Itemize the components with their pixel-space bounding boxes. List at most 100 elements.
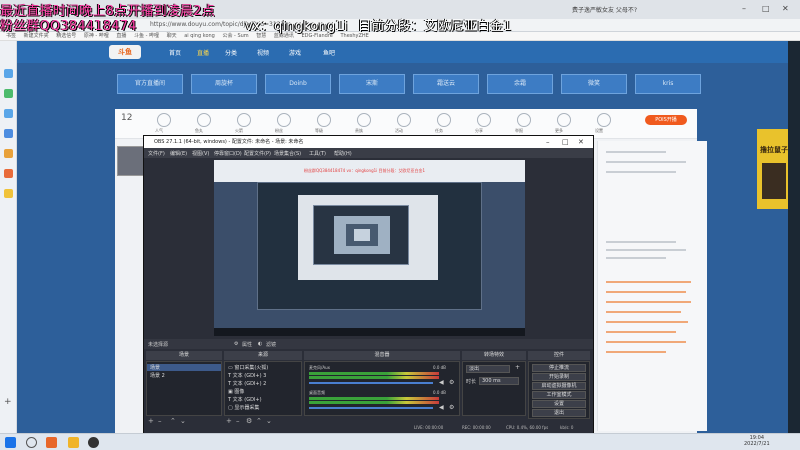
nav-video[interactable]: 视频 [257,48,269,57]
obs-menu-view[interactable]: 视图(V) [192,150,209,157]
room-tool-icon[interactable] [237,113,251,127]
nav-category[interactable]: 分类 [225,48,237,57]
source-item[interactable]: T 文本 (GDI+) 2 [228,380,266,387]
sidebar-app-icon[interactable] [4,89,13,98]
speaker-icon[interactable]: ◀ [439,379,444,386]
duration-input[interactable]: 300 ms [479,377,519,385]
category-tab[interactable]: 官方直播间 [117,74,183,94]
obs-menu-tools[interactable]: 工具(T) [309,150,326,157]
obs-menu-profile[interactable]: 配置文件(P) [244,150,271,157]
preview-nested-screen [346,224,378,246]
transition-select[interactable]: 淡出 [466,365,510,373]
add-icon[interactable]: + [4,397,13,407]
explorer-app-icon[interactable] [68,437,79,448]
scene-item[interactable]: 场景 2 [150,372,165,379]
scene-item[interactable]: 场景 [147,364,221,371]
sidebar-app-icon[interactable] [4,189,13,198]
douyu-logo[interactable]: 斗鱼 [109,45,141,59]
start-virtual-camera-button[interactable]: 启动虚拟摄像机 [532,382,586,390]
nav-live[interactable]: 直播 [197,48,209,57]
obs-app-icon[interactable] [88,437,99,448]
sidebar-app-icon[interactable] [4,69,13,78]
browser-tab-title[interactable]: 费子逸严敏女友 父母不? [572,5,637,14]
sidebar-app-icon[interactable] [4,109,13,118]
filters-button[interactable]: 滤镜 [266,341,276,348]
room-tool-label: 火箭 [235,128,243,133]
category-tab[interactable]: 微笑 [561,74,627,94]
volume-meter [309,401,439,404]
settings-button[interactable]: 设置 [532,400,586,408]
volume-slider[interactable] [309,407,433,409]
maximize-icon[interactable]: □ [762,4,770,13]
nav-game[interactable]: 游戏 [289,48,301,57]
source-item[interactable]: T 文本 (GDI+) [228,396,262,403]
bookmark-item[interactable]: 聊天 [167,33,177,39]
obs-preview[interactable]: 粉丝群QQ384418474 vx：qingkong1i 目前分段：艾欧尼亚白金… [214,160,525,336]
preview-nested-page [298,195,438,280]
properties-button[interactable]: 属性 [242,341,252,348]
filter-icon[interactable]: ◐ [258,341,262,347]
category-tab[interactable]: 余霜 [487,74,553,94]
speaker-icon[interactable]: ◀ [439,404,444,411]
preview-nested-screen [334,216,390,254]
room-tool-icon[interactable] [157,113,171,127]
volume-slider[interactable] [309,382,433,384]
nav-yuba[interactable]: 鱼吧 [323,48,335,57]
obs-close-icon[interactable]: ✕ [578,136,584,148]
obs-menu-file[interactable]: 文件(F) [148,150,165,157]
search-icon[interactable] [26,437,37,448]
obs-minimize-icon[interactable]: – [546,136,550,148]
room-tool-icon[interactable] [277,113,291,127]
source-item[interactable]: ▣ 图像 [228,388,244,395]
source-item-label: 文本 (GDI+) 3 [232,373,267,379]
windows-start-icon[interactable] [5,437,16,448]
transition-add-icon[interactable]: + [515,364,520,371]
start-recording-button[interactable]: 开始录制 [532,373,586,381]
streamer-avatar[interactable] [117,146,145,176]
category-tab[interactable]: kris [635,74,701,94]
room-tool-icon[interactable] [197,113,211,127]
category-tab[interactable]: Doinb [265,74,331,94]
obs-maximize-icon[interactable]: □ [562,136,569,148]
stop-streaming-button[interactable]: 停止推流 [532,364,586,372]
obs-menu-docks[interactable]: 停靠窗口(D) [214,150,242,157]
sources-list: ▭ 窗口采集(火狐) T 文本 (GDI+) 3 T 文本 (GDI+) 2 ▣… [224,361,302,416]
studio-mode-button[interactable]: 工作室模式 [532,391,586,399]
room-tool-icon[interactable] [437,113,451,127]
room-tool-icon[interactable] [477,113,491,127]
source-item[interactable]: ▢ 显示器采集 [228,404,259,411]
bookmark-item[interactable]: ai qing kong [184,33,215,39]
obs-menu-help[interactable]: 帮助(H) [334,150,352,157]
room-tool-label: 活动 [395,128,403,133]
scene-transitions: 淡出 + 时长 300 ms [462,361,526,416]
category-tab[interactable]: 霜送云 [413,74,479,94]
source-item[interactable]: T 文本 (GDI+) 3 [228,372,266,379]
room-tool-icon[interactable] [597,113,611,127]
room-tool-icon[interactable] [357,113,371,127]
gear-icon[interactable]: ⚙ [234,341,238,347]
minimize-icon[interactable]: – [742,4,746,13]
source-item[interactable]: ▭ 窗口采集(火狐) [228,364,268,371]
sidebar-app-icon[interactable] [4,149,13,158]
system-clock[interactable]: 19:04 2022/7/21 [744,435,770,447]
gear-icon[interactable]: ⚙ [449,404,454,411]
obs-menu-scene-collection[interactable]: 场景集合(S) [274,150,301,157]
category-tab[interactable]: 宋斯 [339,74,405,94]
category-tab[interactable]: 周旋杯 [191,74,257,94]
panel-text-line [606,281,691,283]
exit-button[interactable]: 退出 [532,409,586,417]
scenes-list: 场景 场景 2 [146,361,222,416]
room-tool-icon[interactable] [557,113,571,127]
sidebar-app-icon[interactable] [4,129,13,138]
room-tool-icon[interactable] [317,113,331,127]
close-icon[interactable]: ✕ [782,4,789,13]
obs-menu-edit[interactable]: 编辑(E) [170,150,187,157]
room-tool-icon[interactable] [517,113,531,127]
room-tool-icon[interactable] [397,113,411,127]
bookmark-item[interactable]: 斗鱼 - 哔哩 [134,33,159,39]
nav-home[interactable]: 首页 [169,48,181,57]
browser-app-icon[interactable] [46,437,57,448]
follow-button[interactable]: POIS开播 [645,115,687,125]
sidebar-app-icon[interactable] [4,169,13,178]
gear-icon[interactable]: ⚙ [449,379,454,386]
